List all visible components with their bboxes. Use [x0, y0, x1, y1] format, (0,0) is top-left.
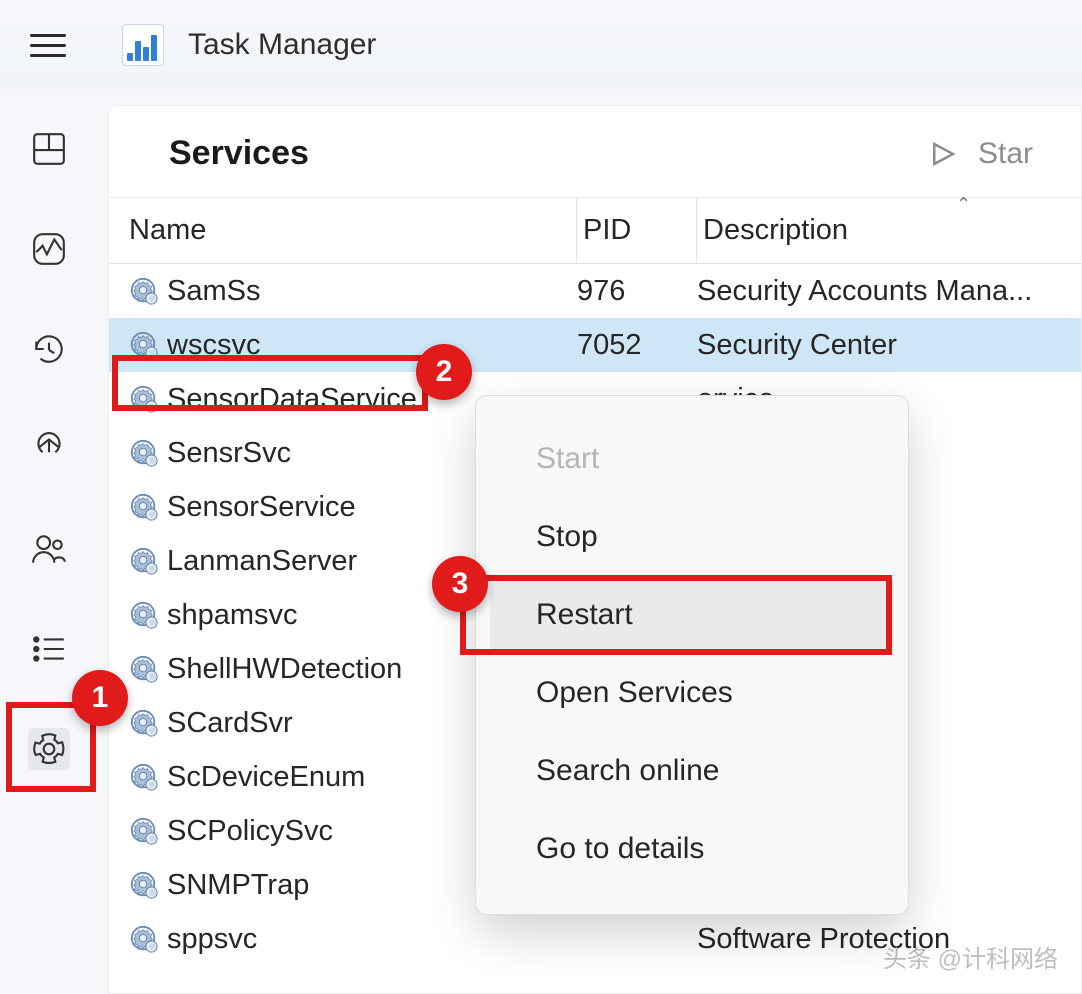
menu-button[interactable] [30, 27, 66, 63]
nav-performance[interactable] [28, 228, 70, 270]
panel-title: Services [169, 134, 309, 173]
service-icon [129, 600, 159, 630]
service-icon [129, 924, 159, 954]
col-description[interactable]: Description ⌃ [697, 198, 1067, 263]
annotation-callout-3: 3 [432, 556, 488, 612]
panel-header: Services Star [109, 106, 1081, 198]
service-name: SensrSvc [167, 437, 291, 470]
start-button[interactable]: Star [928, 137, 1033, 171]
nav-rail [0, 90, 98, 994]
service-description: Security Accounts Mana... [697, 275, 1067, 308]
table-header: Name PID Description ⌃ [109, 198, 1081, 264]
service-icon [129, 492, 159, 522]
service-icon [129, 654, 159, 684]
service-name: ShellHWDetection [167, 653, 402, 686]
service-name: LanmanServer [167, 545, 357, 578]
service-icon [129, 762, 159, 792]
table-row[interactable]: wscsvc 7052Security Center [109, 318, 1081, 372]
ctx-go-to-details[interactable]: Go to details [490, 810, 894, 888]
ctx-restart[interactable]: Restart [490, 576, 894, 654]
service-icon [129, 276, 159, 306]
service-icon [129, 708, 159, 738]
service-icon [129, 816, 159, 846]
service-name: SNMPTrap [167, 869, 309, 902]
service-icon [129, 330, 159, 360]
service-name: SCardSvr [167, 707, 293, 740]
service-name: SensorService [167, 491, 356, 524]
col-name[interactable]: Name [123, 198, 577, 263]
watermark: 头条 @计科网络 [883, 939, 1058, 974]
start-button-label: Star [978, 137, 1033, 171]
nav-processes[interactable] [28, 128, 70, 170]
nav-services[interactable] [28, 728, 70, 770]
app-icon [122, 24, 164, 66]
ctx-search-online[interactable]: Search online [490, 732, 894, 810]
col-pid[interactable]: PID [577, 198, 697, 263]
service-name: sppsvc [167, 923, 257, 956]
service-pid: 976 [577, 275, 697, 308]
ctx-open-services[interactable]: Open Services [490, 654, 894, 732]
nav-users[interactable] [28, 528, 70, 570]
service-name: SCPolicySvc [167, 815, 333, 848]
ctx-stop[interactable]: Stop [490, 498, 894, 576]
annotation-callout-1: 1 [72, 670, 128, 726]
sort-icon: ⌃ [956, 194, 971, 215]
service-icon [129, 546, 159, 576]
nav-details[interactable] [28, 628, 70, 670]
app-title: Task Manager [188, 28, 376, 62]
service-description: Security Center [697, 329, 1067, 362]
nav-app-history[interactable] [28, 328, 70, 370]
context-menu: Start Stop Restart Open Services Search … [475, 395, 909, 915]
ctx-start[interactable]: Start [490, 420, 894, 498]
service-name: shpamsvc [167, 599, 298, 632]
service-name: wscsvc [167, 329, 260, 362]
service-icon [129, 384, 159, 414]
service-name: SensorDataService [167, 383, 417, 416]
service-name: ScDeviceEnum [167, 761, 365, 794]
service-icon [129, 438, 159, 468]
annotation-callout-2: 2 [416, 344, 472, 400]
nav-startup[interactable] [28, 428, 70, 470]
service-name: SamSs [167, 275, 260, 308]
table-row[interactable]: SamSs 976Security Accounts Mana... [109, 264, 1081, 318]
titlebar: Task Manager [0, 0, 1082, 90]
service-pid: 7052 [577, 329, 697, 362]
service-icon [129, 870, 159, 900]
